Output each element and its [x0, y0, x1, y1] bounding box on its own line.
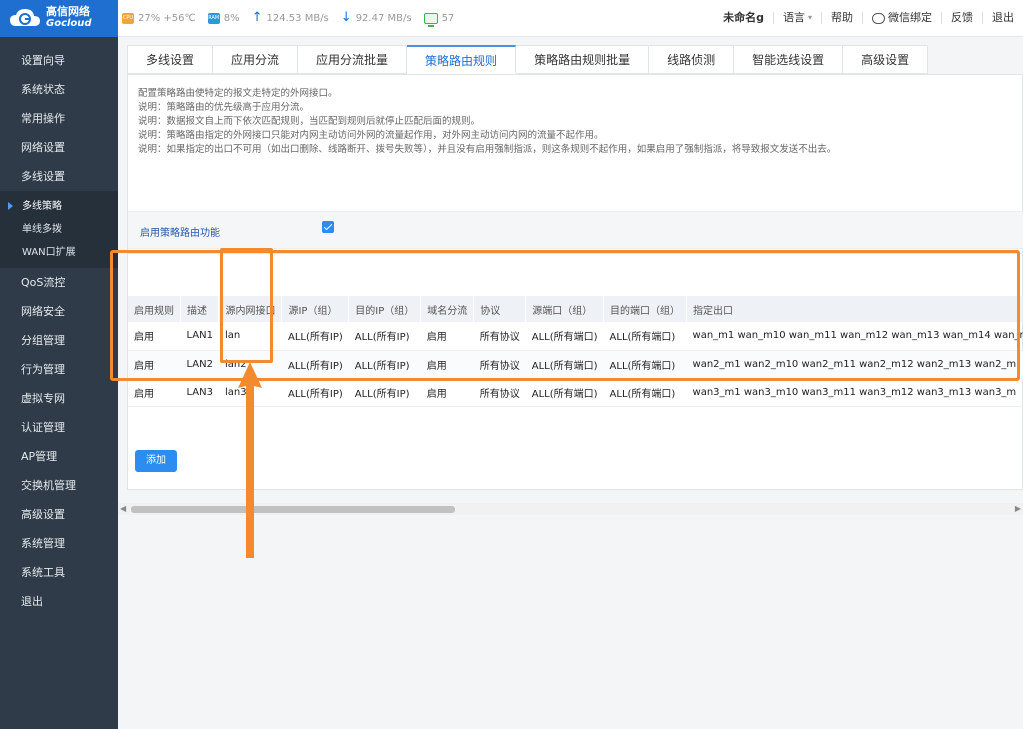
upload-value: 124.53 MB/s	[266, 12, 329, 24]
description-line: 配置策略路由使特定的报文走特定的外网接口。	[138, 88, 338, 99]
cell: LAN3	[180, 378, 219, 407]
download-arrow-icon: ↓	[340, 10, 352, 25]
logout-link[interactable]: 退出	[982, 12, 1023, 24]
sidebar-item[interactable]: 多线设置	[0, 162, 118, 191]
cpu-icon: CPU	[122, 12, 134, 24]
description-line: 说明：如果指定的出口不可用（如出口删除、线路断开、拨号失败等），并且没有启用强制…	[138, 144, 837, 155]
sidebar-item[interactable]: 高级设置	[0, 500, 118, 529]
sidebar-item[interactable]: 分组管理	[0, 326, 118, 355]
sidebar-item[interactable]: AP管理	[0, 442, 118, 471]
help-link[interactable]: 帮助	[821, 12, 862, 24]
description-line: 说明：策略路由指定的外网接口只能对内网主动访问外网的流量起作用，对外网主动访问内…	[138, 130, 604, 141]
brand-name-en: Gocloud	[46, 18, 92, 29]
cell: ALL(所有端口)	[525, 378, 604, 407]
tab-advanced[interactable]: 高级设置	[843, 45, 929, 74]
sidebar-item[interactable]: 行为管理	[0, 355, 118, 384]
tab-multiline[interactable]: 多线设置	[127, 45, 214, 74]
online-count: 57	[441, 12, 455, 24]
sidebar-item[interactable]: 网络设置	[0, 133, 118, 162]
enable-policy-route-checkbox[interactable]	[322, 221, 334, 233]
description-line: 说明：策略路由的优先级高于应用分流。	[138, 102, 310, 113]
scroll-left-icon[interactable]: ◀	[120, 504, 126, 513]
add-button[interactable]: 添加	[135, 450, 177, 472]
sidebar-item[interactable]: 网络安全	[0, 297, 118, 326]
sidebar: 设置向导 系统状态 常用操作 网络设置 多线设置 多线策略 单线多拨 WAN口扩…	[0, 37, 118, 729]
brand-logo[interactable]: 高信网络 Gocloud	[0, 0, 118, 37]
language-menu[interactable]: 语言 ▾	[772, 11, 821, 24]
wechat-icon	[872, 12, 885, 24]
sidebar-item[interactable]: QoS流控	[0, 268, 118, 297]
sidebar-item[interactable]: 虚拟专网	[0, 384, 118, 413]
monitor-icon	[423, 12, 438, 27]
ram-value: 8%	[223, 12, 240, 24]
ram-icon: RAM	[207, 12, 220, 24]
annotation-column-highlight	[220, 248, 273, 363]
language-label: 语言	[782, 11, 805, 24]
scroll-right-icon[interactable]: ▶	[1015, 504, 1021, 513]
cell: 所有协议	[473, 378, 526, 407]
top-right-menu: 未命名g 语言 ▾ 帮助 微信绑定 反馈 退出	[714, 0, 1023, 37]
tab-app-split-batch[interactable]: 应用分流批量	[298, 45, 408, 74]
cell: ALL(所有IP)	[348, 378, 421, 407]
sidebar-item[interactable]: 系统状态	[0, 75, 118, 104]
cell: wan3_m1 wan3_m10 wan3_m11 wan3_m12 wan3_…	[686, 378, 1023, 407]
description-line: 说明：数据报文自上而下依次匹配规则，当匹配到规则后就停止匹配后面的规则。	[138, 116, 481, 127]
download-stat: ↓ 92.47 MB/s	[340, 10, 412, 25]
cell: 启用	[420, 378, 474, 407]
sidebar-subitem[interactable]: 单线多拨	[0, 218, 118, 241]
system-stats: CPU 27% +56℃ RAM 8% ↑ 124.53 MB/s ↓ 92.47 MB…	[118, 10, 460, 27]
annotation-arrow-icon	[238, 362, 262, 558]
tab-policy-route-batch[interactable]: 策略路由规则批量	[516, 45, 650, 74]
sidebar-item[interactable]: 认证管理	[0, 413, 118, 442]
sidebar-item[interactable]: 系统管理	[0, 529, 118, 558]
cpu-stat: CPU 27% +56℃	[122, 12, 196, 24]
tab-policy-route[interactable]: 策略路由规则	[407, 45, 517, 74]
sidebar-item[interactable]: 交换机管理	[0, 471, 118, 500]
cell: 启用	[128, 378, 181, 407]
upload-stat: ↑ 124.53 MB/s	[251, 10, 329, 25]
sidebar-subitem[interactable]: WAN口扩展	[0, 241, 118, 264]
cpu-value: 27% +56℃	[138, 12, 196, 24]
tab-app-split[interactable]: 应用分流	[213, 45, 299, 74]
feedback-link[interactable]: 反馈	[941, 12, 982, 24]
wechat-label: 微信绑定	[888, 11, 932, 24]
brand-name-cn: 高信网络	[46, 5, 90, 18]
ram-stat: RAM 8%	[207, 12, 240, 24]
chevron-down-icon: ▾	[807, 13, 812, 22]
user-name[interactable]: 未命名g	[714, 12, 773, 24]
enable-policy-route-label: 启用策略路由功能	[140, 228, 220, 239]
wechat-bind-link[interactable]: 微信绑定	[862, 12, 941, 24]
sidebar-subitem-active[interactable]: 多线策略	[0, 195, 118, 218]
sidebar-item[interactable]: 设置向导	[0, 46, 118, 75]
online-stat: 57	[423, 12, 455, 27]
download-value: 92.47 MB/s	[355, 12, 412, 24]
scrollbar-thumb[interactable]	[131, 506, 455, 513]
description: 配置策略路由使特定的报文走特定的外网接口。 说明：策略路由的优先级高于应用分流。…	[138, 87, 836, 157]
upload-arrow-icon: ↑	[251, 10, 263, 25]
cell: ALL(所有端口)	[603, 378, 687, 407]
tab-line-detect[interactable]: 线路侦测	[649, 45, 735, 74]
cloud-logo-icon	[8, 6, 42, 30]
tab-smart-line[interactable]: 智能选线设置	[734, 45, 844, 74]
sidebar-item[interactable]: 退出	[0, 587, 118, 616]
sidebar-submenu: 多线策略 单线多拨 WAN口扩展	[0, 191, 118, 268]
top-bar: 高信网络 Gocloud CPU 27% +56℃ RAM 8% ↑ 124.53 M…	[0, 0, 1023, 37]
sidebar-item[interactable]: 常用操作	[0, 104, 118, 133]
cell: ALL(所有IP)	[281, 378, 349, 407]
tab-bar: 多线设置 应用分流 应用分流批量 策略路由规则 策略路由规则批量 线路侦测 智能…	[127, 45, 929, 74]
enable-row: 启用策略路由功能	[128, 211, 1023, 249]
sidebar-item[interactable]: 系统工具	[0, 558, 118, 587]
